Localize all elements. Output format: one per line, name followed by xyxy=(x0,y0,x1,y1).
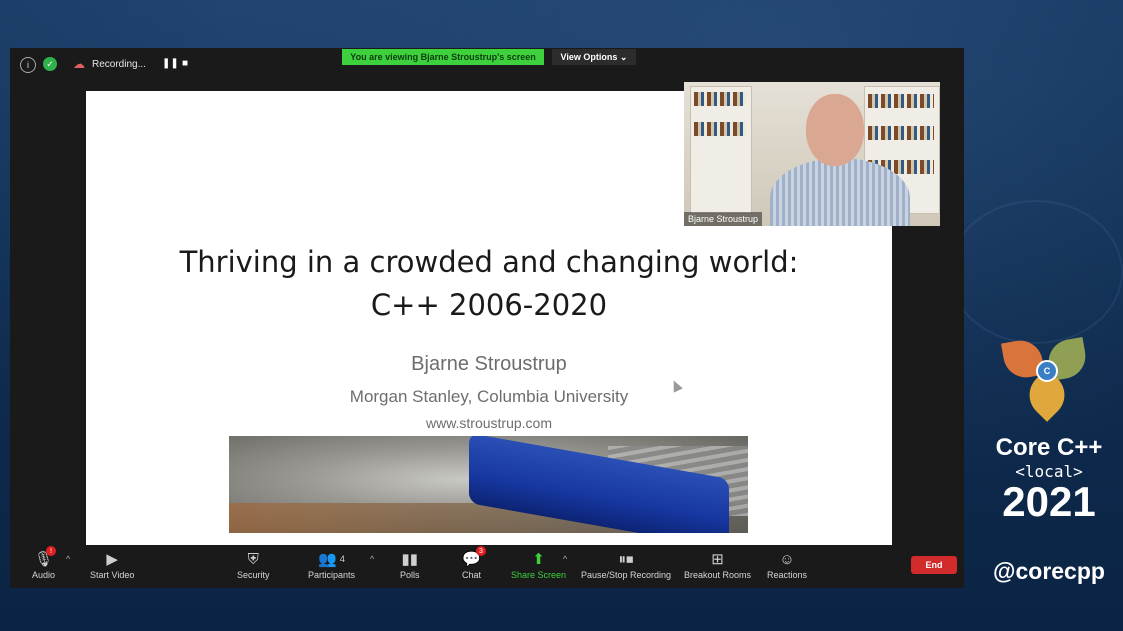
slide-title-line2: C++ 2006-2020 xyxy=(370,288,608,322)
security-button[interactable]: ⛨ Security xyxy=(237,548,270,581)
chat-unread-badge: 3 xyxy=(476,546,486,556)
shield-icon: ⛨ xyxy=(247,550,259,568)
polls-button[interactable]: ▮▮ Polls xyxy=(400,548,420,580)
participants-label: Participants xyxy=(308,570,356,580)
corecpp-logo: C xyxy=(1000,336,1090,422)
start-video-button[interactable]: ▶ Start Video xyxy=(90,548,134,580)
grid-icon: ⊞ xyxy=(711,551,724,568)
participants-count: 4 xyxy=(339,554,345,564)
reactions-button[interactable]: ☺ Reactions xyxy=(767,548,808,581)
share-screen-label: Share Screen xyxy=(511,570,567,580)
breakout-rooms-label: Breakout Rooms xyxy=(684,570,752,580)
info-icon[interactable]: i xyxy=(20,57,36,73)
audio-label: Audio xyxy=(32,570,56,580)
brand-year: 2021 xyxy=(1002,478,1096,525)
slide-author: Bjarne Stroustrup xyxy=(411,353,567,375)
end-meeting-button[interactable]: End xyxy=(911,556,957,574)
polls-label: Polls xyxy=(400,570,420,580)
start-video-label: Start Video xyxy=(90,570,135,580)
zoom-window: i ✓ ☁ Recording... ❚❚ ■ You are viewing … xyxy=(10,48,964,588)
books xyxy=(694,122,746,136)
slide-title-line1: Thriving in a crowded and changing world… xyxy=(179,245,799,279)
stop-recording-button[interactable]: ■ xyxy=(182,58,188,69)
audio-alert-badge: ! xyxy=(46,546,56,556)
audio-options-caret-icon[interactable]: ^ xyxy=(66,554,70,564)
pause-stop-icon: ⏸⏹ xyxy=(618,550,634,568)
brand-title: Core C++ xyxy=(995,434,1103,461)
bar-chart-icon: ▮▮ xyxy=(401,551,419,568)
participant-video-tile[interactable]: Bjarne Stroustrup xyxy=(684,82,940,226)
video-off-icon: ▶ xyxy=(106,551,118,568)
books xyxy=(868,126,934,140)
participants-button[interactable]: 👥 4 Participants xyxy=(308,548,355,580)
view-options-button[interactable]: View Options ⌄ xyxy=(552,49,636,65)
participants-icon: 👥 4 xyxy=(318,551,345,568)
slide-affiliation: Morgan Stanley, Columbia University xyxy=(349,387,629,406)
meeting-toolbar: 🎙 Audio ! ^ ▶ Start Video ⛨ Security 👥 4 … xyxy=(10,546,964,588)
smiley-icon: ☺ xyxy=(779,550,795,568)
reactions-label: Reactions xyxy=(767,570,808,580)
chat-label: Chat xyxy=(462,570,482,580)
meeting-topbar: i ✓ ☁ Recording... ❚❚ ■ You are viewing … xyxy=(10,48,964,86)
twitter-handle: @corecpp xyxy=(993,558,1105,584)
pause-stop-recording-button[interactable]: ⏸⏹ Pause/Stop Recording xyxy=(581,548,672,581)
participant-name: Bjarne Stroustrup xyxy=(684,212,763,226)
recording-label: Recording... xyxy=(92,59,146,70)
books xyxy=(868,94,934,108)
breakout-rooms-button[interactable]: ⊞ Breakout Rooms xyxy=(684,548,751,580)
slide-website: www.stroustrup.com xyxy=(425,415,553,431)
participant-head xyxy=(806,94,864,166)
slide-title: Thriving in a crowded and changing world… xyxy=(86,241,892,327)
share-screen-button[interactable]: ⬆ Share Screen xyxy=(511,548,566,580)
security-label: Security xyxy=(237,570,270,580)
logo-center-icon: C xyxy=(1036,360,1058,382)
pause-stop-recording-label: Pause/Stop Recording xyxy=(581,570,672,580)
shield-check-icon[interactable]: ✓ xyxy=(43,57,57,71)
share-options-caret-icon[interactable]: ^ xyxy=(563,554,567,564)
decorative-wave xyxy=(949,200,1123,344)
viewing-screen-banner: You are viewing Bjarne Stroustrup's scre… xyxy=(342,49,544,65)
cloud-record-icon: ☁ xyxy=(73,57,85,71)
participants-options-caret-icon[interactable]: ^ xyxy=(370,554,374,564)
lhc-tunnel-image xyxy=(229,436,748,533)
books xyxy=(694,92,746,106)
pause-recording-button[interactable]: ❚❚ xyxy=(162,58,179,69)
share-arrow-icon: ⬆ xyxy=(532,551,545,568)
